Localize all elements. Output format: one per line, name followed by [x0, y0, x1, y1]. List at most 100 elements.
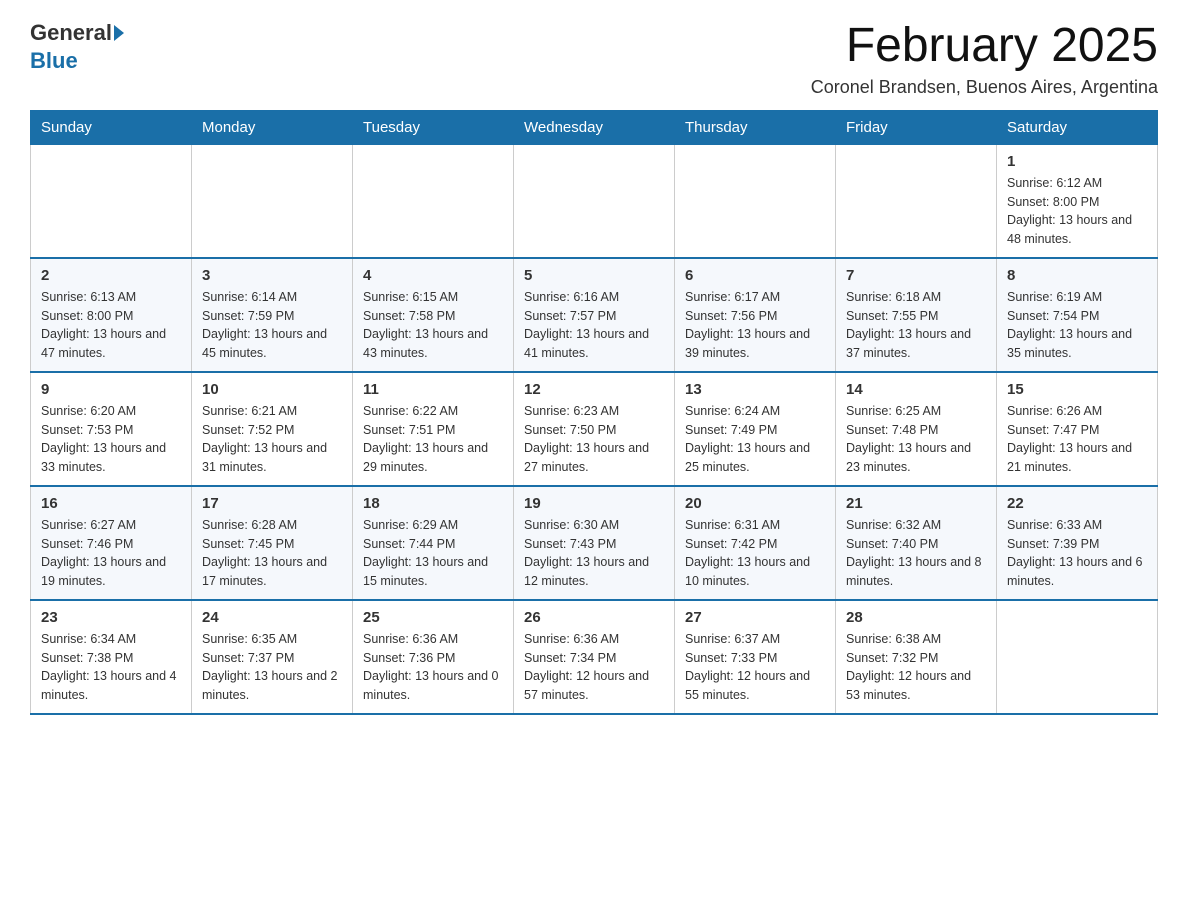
calendar-cell: 13 Sunrise: 6:24 AMSunset: 7:49 PMDayligh… — [675, 372, 836, 486]
calendar-table: SundayMondayTuesdayWednesdayThursdayFrid… — [30, 110, 1158, 715]
logo-blue: Blue — [30, 48, 78, 74]
calendar-cell: 19 Sunrise: 6:30 AMSunset: 7:43 PMDayligh… — [514, 486, 675, 600]
day-number: 17 — [202, 495, 342, 512]
calendar-cell: 22Sunrise: 6:33 AMSunset: 7:39 PMDayligh… — [997, 486, 1158, 600]
day-number: 21 — [846, 495, 986, 512]
day-info: Sunrise: 6:18 AMSunset: 7:55 PMDaylight:… — [846, 288, 986, 363]
day-number: 16 — [41, 495, 181, 512]
day-info: Sunrise: 6:28 AMSunset: 7:45 PMDaylight:… — [202, 516, 342, 591]
day-number: 26 — [524, 609, 664, 626]
month-title: February 2025 — [811, 20, 1158, 73]
day-info: Sunrise: 6:27 AMSunset: 7:46 PMDaylight:… — [41, 516, 181, 591]
day-number: 11 — [363, 381, 503, 398]
calendar-week-row: 2 Sunrise: 6:13 AMSunset: 8:00 PMDaylight… — [31, 258, 1158, 372]
col-header-sunday: Sunday — [31, 110, 192, 144]
day-info: Sunrise: 6:31 AMSunset: 7:42 PMDaylight:… — [685, 516, 825, 591]
calendar-cell: 23Sunrise: 6:34 AMSunset: 7:38 PMDayligh… — [31, 600, 192, 714]
calendar-cell: 6Sunrise: 6:17 AMSunset: 7:56 PMDaylight… — [675, 258, 836, 372]
calendar-cell: 14 Sunrise: 6:25 AMSunset: 7:48 PMDayligh… — [836, 372, 997, 486]
calendar-cell: 28 Sunrise: 6:38 AMSunset: 7:32 PMDayligh… — [836, 600, 997, 714]
day-number: 13 — [685, 381, 825, 398]
calendar-cell: 10 Sunrise: 6:21 AMSunset: 7:52 PMDayligh… — [192, 372, 353, 486]
calendar-cell: 15Sunrise: 6:26 AMSunset: 7:47 PMDayligh… — [997, 372, 1158, 486]
calendar-cell: 8 Sunrise: 6:19 AMSunset: 7:54 PMDaylight… — [997, 258, 1158, 372]
day-info: Sunrise: 6:15 AMSunset: 7:58 PMDaylight:… — [363, 288, 503, 363]
col-header-monday: Monday — [192, 110, 353, 144]
calendar-cell — [675, 144, 836, 258]
day-info: Sunrise: 6:12 AMSunset: 8:00 PMDaylight:… — [1007, 174, 1147, 249]
day-number: 12 — [524, 381, 664, 398]
logo-arrow-icon — [114, 25, 124, 41]
day-info: Sunrise: 6:36 AMSunset: 7:36 PMDaylight:… — [363, 630, 503, 705]
day-info: Sunrise: 6:29 AMSunset: 7:44 PMDaylight:… — [363, 516, 503, 591]
day-number: 8 — [1007, 267, 1147, 284]
calendar-cell: 27 Sunrise: 6:37 AMSunset: 7:33 PMDayligh… — [675, 600, 836, 714]
day-info: Sunrise: 6:26 AMSunset: 7:47 PMDaylight:… — [1007, 402, 1147, 477]
day-number: 9 — [41, 381, 181, 398]
day-info: Sunrise: 6:36 AMSunset: 7:34 PMDaylight:… — [524, 630, 664, 705]
day-number: 24 — [202, 609, 342, 626]
calendar-cell: 11 Sunrise: 6:22 AMSunset: 7:51 PMDayligh… — [353, 372, 514, 486]
calendar-cell: 16 Sunrise: 6:27 AMSunset: 7:46 PMDayligh… — [31, 486, 192, 600]
calendar-cell: 3 Sunrise: 6:14 AMSunset: 7:59 PMDaylight… — [192, 258, 353, 372]
calendar-cell: 12 Sunrise: 6:23 AMSunset: 7:50 PMDayligh… — [514, 372, 675, 486]
calendar-cell: 20 Sunrise: 6:31 AMSunset: 7:42 PMDayligh… — [675, 486, 836, 600]
day-number: 25 — [363, 609, 503, 626]
day-info: Sunrise: 6:13 AMSunset: 8:00 PMDaylight:… — [41, 288, 181, 363]
calendar-cell: 9 Sunrise: 6:20 AMSunset: 7:53 PMDaylight… — [31, 372, 192, 486]
calendar-cell: 17 Sunrise: 6:28 AMSunset: 7:45 PMDayligh… — [192, 486, 353, 600]
calendar-cell: 21 Sunrise: 6:32 AMSunset: 7:40 PMDayligh… — [836, 486, 997, 600]
day-number: 28 — [846, 609, 986, 626]
day-number: 3 — [202, 267, 342, 284]
day-info: Sunrise: 6:19 AMSunset: 7:54 PMDaylight:… — [1007, 288, 1147, 363]
calendar-cell: 24 Sunrise: 6:35 AMSunset: 7:37 PMDayligh… — [192, 600, 353, 714]
day-info: Sunrise: 6:20 AMSunset: 7:53 PMDaylight:… — [41, 402, 181, 477]
day-number: 10 — [202, 381, 342, 398]
day-info: Sunrise: 6:32 AMSunset: 7:40 PMDaylight:… — [846, 516, 986, 591]
day-info: Sunrise: 6:33 AMSunset: 7:39 PMDaylight:… — [1007, 516, 1147, 591]
day-info: Sunrise: 6:25 AMSunset: 7:48 PMDaylight:… — [846, 402, 986, 477]
col-header-wednesday: Wednesday — [514, 110, 675, 144]
calendar-cell: 1Sunrise: 6:12 AMSunset: 8:00 PMDaylight… — [997, 144, 1158, 258]
calendar-week-row: 9 Sunrise: 6:20 AMSunset: 7:53 PMDaylight… — [31, 372, 1158, 486]
calendar-cell: 5Sunrise: 6:16 AMSunset: 7:57 PMDaylight… — [514, 258, 675, 372]
day-number: 5 — [524, 267, 664, 284]
day-number: 23 — [41, 609, 181, 626]
day-info: Sunrise: 6:21 AMSunset: 7:52 PMDaylight:… — [202, 402, 342, 477]
calendar-cell: 18 Sunrise: 6:29 AMSunset: 7:44 PMDayligh… — [353, 486, 514, 600]
day-number: 19 — [524, 495, 664, 512]
calendar-cell: 26 Sunrise: 6:36 AMSunset: 7:34 PMDayligh… — [514, 600, 675, 714]
logo: General Blue — [30, 20, 126, 74]
page-header: General Blue February 2025 Coronel Brand… — [30, 20, 1158, 98]
calendar-cell: 4 Sunrise: 6:15 AMSunset: 7:58 PMDaylight… — [353, 258, 514, 372]
col-header-thursday: Thursday — [675, 110, 836, 144]
location-subtitle: Coronel Brandsen, Buenos Aires, Argentin… — [811, 77, 1158, 98]
day-number: 27 — [685, 609, 825, 626]
day-info: Sunrise: 6:24 AMSunset: 7:49 PMDaylight:… — [685, 402, 825, 477]
calendar-week-row: 1Sunrise: 6:12 AMSunset: 8:00 PMDaylight… — [31, 144, 1158, 258]
day-number: 20 — [685, 495, 825, 512]
calendar-cell — [836, 144, 997, 258]
calendar-cell — [997, 600, 1158, 714]
day-info: Sunrise: 6:23 AMSunset: 7:50 PMDaylight:… — [524, 402, 664, 477]
calendar-cell — [31, 144, 192, 258]
day-number: 14 — [846, 381, 986, 398]
title-section: February 2025 Coronel Brandsen, Buenos A… — [811, 20, 1158, 98]
calendar-cell — [192, 144, 353, 258]
day-number: 2 — [41, 267, 181, 284]
logo-general: General — [30, 20, 112, 46]
day-info: Sunrise: 6:37 AMSunset: 7:33 PMDaylight:… — [685, 630, 825, 705]
day-info: Sunrise: 6:17 AMSunset: 7:56 PMDaylight:… — [685, 288, 825, 363]
day-info: Sunrise: 6:38 AMSunset: 7:32 PMDaylight:… — [846, 630, 986, 705]
calendar-cell: 7Sunrise: 6:18 AMSunset: 7:55 PMDaylight… — [836, 258, 997, 372]
day-number: 18 — [363, 495, 503, 512]
calendar-header-row: SundayMondayTuesdayWednesdayThursdayFrid… — [31, 110, 1158, 144]
calendar-cell: 2 Sunrise: 6:13 AMSunset: 8:00 PMDaylight… — [31, 258, 192, 372]
day-info: Sunrise: 6:14 AMSunset: 7:59 PMDaylight:… — [202, 288, 342, 363]
day-info: Sunrise: 6:22 AMSunset: 7:51 PMDaylight:… — [363, 402, 503, 477]
day-info: Sunrise: 6:35 AMSunset: 7:37 PMDaylight:… — [202, 630, 342, 705]
day-info: Sunrise: 6:30 AMSunset: 7:43 PMDaylight:… — [524, 516, 664, 591]
calendar-week-row: 16 Sunrise: 6:27 AMSunset: 7:46 PMDayligh… — [31, 486, 1158, 600]
day-number: 4 — [363, 267, 503, 284]
calendar-cell — [353, 144, 514, 258]
